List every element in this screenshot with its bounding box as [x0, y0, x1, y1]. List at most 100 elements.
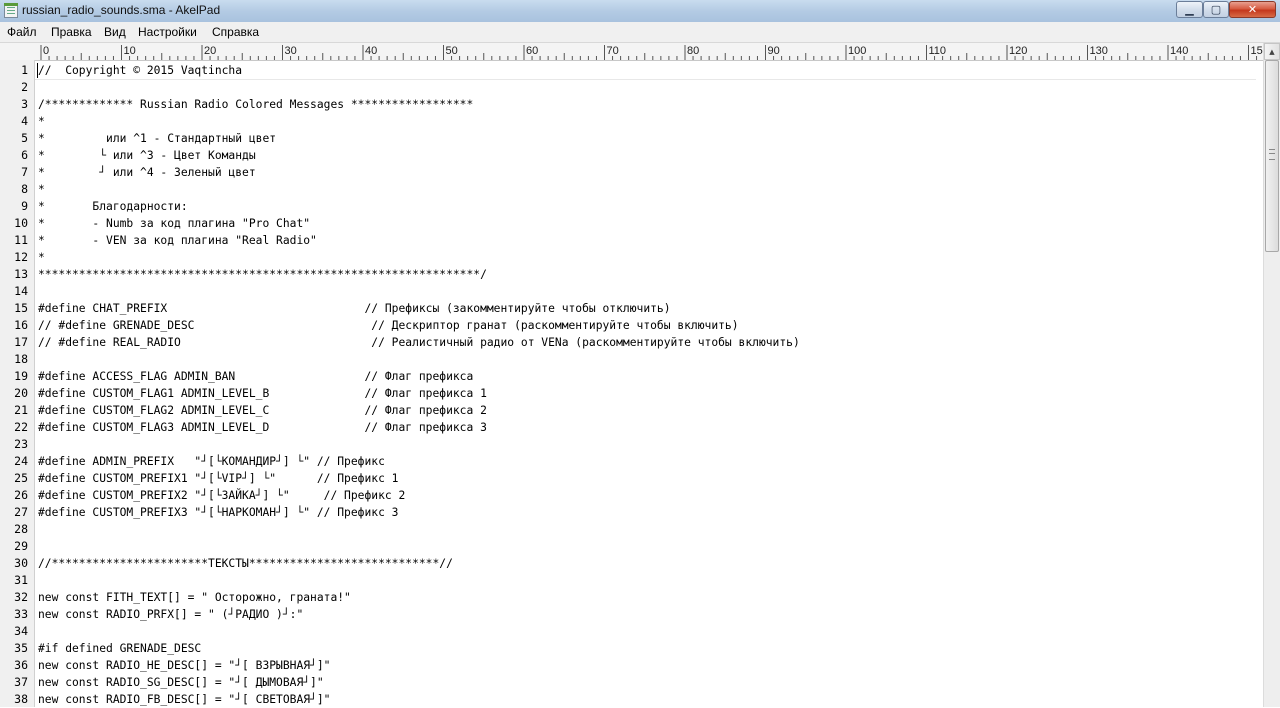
line-number: 16: [14, 318, 28, 332]
code-line: // #define GRENADE_DESC // Дескриптор гр…: [38, 319, 739, 332]
line-number: 6: [21, 148, 28, 162]
ruler-label: 0: [43, 45, 49, 57]
line-number: 3: [21, 97, 28, 111]
line-number: 38: [14, 692, 28, 706]
line-number: 32: [14, 590, 28, 604]
line-number: 22: [14, 420, 28, 434]
text-editor[interactable]: // Copyright © 2015 Vaqtincha /**********…: [35, 60, 1263, 707]
grip-icon: [1269, 149, 1275, 160]
line-number: 13: [14, 267, 28, 281]
code-line: * или ^1 - Стандартный цвет: [38, 132, 277, 145]
line-number: 31: [14, 573, 28, 587]
code-line: #define CUSTOM_PREFIX2 "┘[└ЗАЙКА┘] └" //…: [38, 489, 406, 502]
ruler-label: 140: [1170, 45, 1188, 57]
scroll-up-arrow-icon: ▲: [1269, 47, 1275, 56]
line-number: 19: [14, 369, 28, 383]
ruler-label: 130: [1090, 45, 1108, 57]
code-line: * - Numb за код плагина "Pro Chat": [38, 217, 311, 230]
line-number: 14: [14, 284, 28, 298]
line-number: 17: [14, 335, 28, 349]
menu-view[interactable]: Вид: [104, 25, 126, 39]
menu-file[interactable]: Файл: [7, 25, 37, 39]
line-number: 9: [21, 199, 28, 213]
close-button[interactable]: ✕: [1229, 1, 1276, 18]
ruler-label: 80: [687, 45, 699, 57]
scrollbar-thumb[interactable]: [1265, 60, 1279, 252]
line-number: 4: [21, 114, 28, 128]
vertical-scrollbar[interactable]: ▲: [1263, 43, 1280, 707]
akelpad-app-icon[interactable]: [4, 3, 18, 18]
line-number: 11: [14, 233, 28, 247]
code-line: * └ или ^3 - Цвет Команды: [38, 149, 256, 162]
scroll-up-button[interactable]: ▲: [1264, 43, 1280, 60]
line-number-gutter[interactable]: 1 2 3 4 5 6 7 8 9 10 11 12 13 14 15 16 17 18 19 20 21 22 23 24 2…: [0, 60, 35, 707]
ruler-label: 20: [204, 45, 216, 57]
maximize-icon: ▢: [1210, 3, 1222, 16]
code-line: #define CUSTOM_FLAG3 ADMIN_LEVEL_D // Фл…: [38, 421, 487, 434]
line-number: 28: [14, 522, 28, 536]
code-line: #define ACCESS_FLAG ADMIN_BAN // Флаг пр…: [38, 370, 474, 383]
line-number: 21: [14, 403, 28, 417]
code-line: #define CUSTOM_PREFIX1 "┘[└VIP┘] └" // П…: [38, 472, 399, 485]
line-number: 1: [21, 63, 28, 77]
ruler-label: 100: [848, 45, 866, 57]
ruler-label: 10: [124, 45, 136, 57]
code-line: // #define REAL_RADIO // Реалистичный ра…: [38, 336, 800, 349]
column-ruler: 0 10 20 30 40 50 60 70 80 90 100 110 120 130 140 150: [0, 43, 1264, 61]
minimize-icon: ▁: [1185, 3, 1194, 16]
code-line: /************* Russian Radio Colored Mes…: [38, 98, 474, 111]
line-number: 18: [14, 352, 28, 366]
line-number: 10: [14, 216, 28, 230]
menu-bar: Файл Правка Вид Настройки Справка: [0, 22, 1280, 43]
code-line: * - VEN за код плагина "Real Radio": [38, 234, 317, 247]
title-bar[interactable]: russian_radio_sounds.sma - AkelPad ▁ ▢ ✕: [0, 0, 1280, 23]
code-line: #define CHAT_PREFIX // Префиксы (закомме…: [38, 302, 671, 315]
line-number: 37: [14, 675, 28, 689]
minimize-button[interactable]: ▁: [1176, 1, 1203, 18]
line-number: 30: [14, 556, 28, 570]
maximize-button[interactable]: ▢: [1203, 1, 1229, 18]
code-line: #if defined GRENADE_DESC: [38, 642, 202, 655]
line-number: 29: [14, 539, 28, 553]
line-number: 15: [14, 301, 28, 315]
line-number: 5: [21, 131, 28, 145]
menu-settings[interactable]: Настройки: [138, 25, 197, 39]
code-line: ****************************************…: [38, 268, 487, 281]
menu-help[interactable]: Справка: [212, 25, 259, 39]
ruler-label: 120: [1009, 45, 1027, 57]
line-number: 34: [14, 624, 28, 638]
ruler-label: 110: [929, 45, 947, 57]
code-line: #define CUSTOM_FLAG1 ADMIN_LEVEL_B // Фл…: [38, 387, 487, 400]
ruler-label: 50: [446, 45, 458, 57]
code-line: * ┘ или ^4 - Зеленый цвет: [38, 166, 256, 179]
ruler-label: 150: [1251, 45, 1265, 57]
code-line: new const RADIO_HE_DESC[] = "┘[ ВЗРЫВНАЯ…: [38, 659, 331, 672]
line-number: 35: [14, 641, 28, 655]
code-line: new const RADIO_SG_DESC[] = "┘[ ДЫМОВАЯ┘…: [38, 676, 324, 689]
ruler-label: 90: [768, 45, 780, 57]
code-line: new const FITH_TEXT[] = " Осторожно, гра…: [38, 591, 351, 604]
line-number: 2: [21, 80, 28, 94]
code-line: new const RADIO_FB_DESC[] = "┘[ СВЕТОВАЯ…: [38, 693, 331, 706]
code-line: #define CUSTOM_PREFIX3 "┘[└НАРКОМАН┘] └"…: [38, 506, 399, 519]
ruler-label: 30: [285, 45, 297, 57]
ruler-label: 70: [607, 45, 619, 57]
line-number: 25: [14, 471, 28, 485]
ruler-label: 40: [365, 45, 377, 57]
line-number: 27: [14, 505, 28, 519]
code-line: #define ADMIN_PREFIX "┘[└КОМАНДИР┘] └" /…: [38, 455, 385, 468]
ruler-label: 60: [526, 45, 538, 57]
close-icon: ✕: [1247, 3, 1258, 16]
line-number: 23: [14, 437, 28, 451]
line-number: 24: [14, 454, 28, 468]
line-number: 33: [14, 607, 28, 621]
code-line: *: [38, 183, 45, 196]
line-number: 20: [14, 386, 28, 400]
code-line: *: [38, 251, 45, 264]
menu-edit[interactable]: Правка: [51, 25, 92, 39]
code-line: * Благодарности:: [38, 200, 188, 213]
line-number: 36: [14, 658, 28, 672]
window-title: russian_radio_sounds.sma - AkelPad: [22, 3, 221, 17]
ruler-ticks: 0 10 20 30 40 50 60 70 80 90 100 110 120 130 140 150: [40, 45, 1265, 60]
code-line: //***********************ТЕКСТЫ*********…: [38, 557, 453, 570]
